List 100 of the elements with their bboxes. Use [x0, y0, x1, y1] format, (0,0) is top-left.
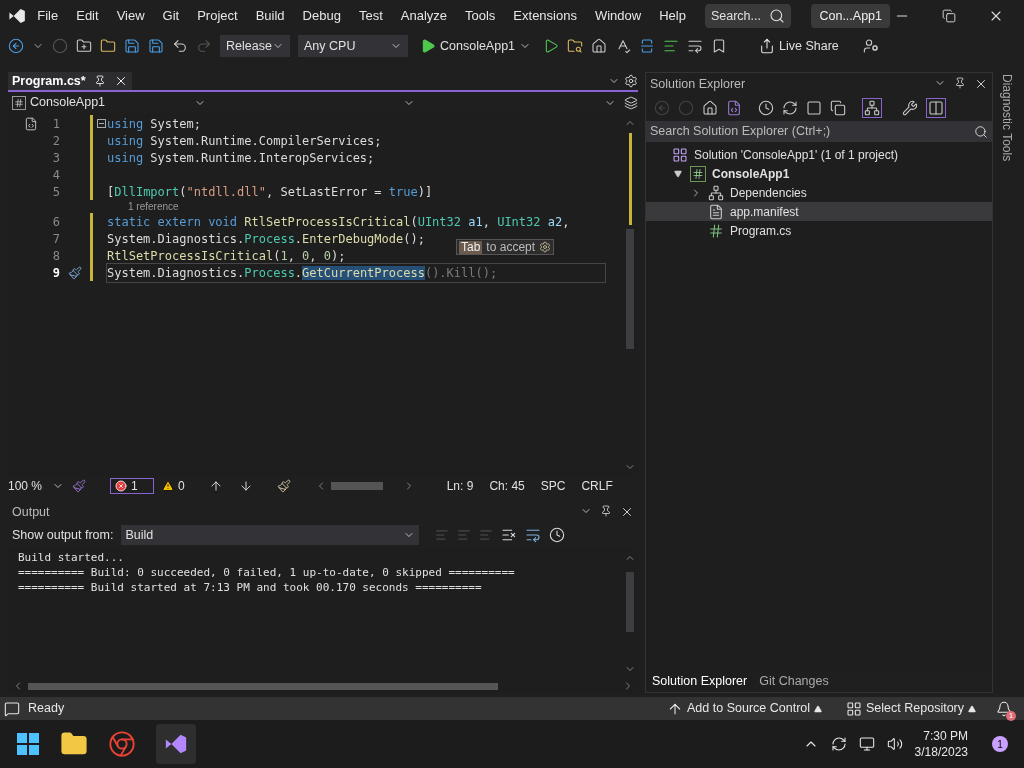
open-folder-icon[interactable] [100, 38, 116, 54]
menu-item[interactable]: Project [190, 6, 245, 26]
properties-icon[interactable] [902, 100, 918, 116]
save-icon[interactable] [124, 38, 140, 54]
feedback-icon[interactable] [862, 38, 879, 54]
save-all-icon[interactable] [148, 38, 164, 54]
network-icon[interactable] [858, 736, 875, 752]
notification-badge[interactable]: 1 [992, 736, 1008, 752]
start-button[interactable]: ConsoleApp1 [416, 35, 536, 57]
tree-item[interactable]: Dependencies [646, 183, 992, 202]
tree-item[interactable]: app.manifest [646, 202, 992, 221]
indent-icon[interactable] [663, 38, 680, 54]
tree-item[interactable]: Solution 'ConsoleApp1' (1 of 1 project) [646, 145, 992, 164]
add-to-source-control-button[interactable]: Add to Source Control [667, 699, 823, 718]
output-line: Build started... [18, 550, 125, 565]
settings-icon[interactable] [539, 241, 552, 253]
tree-item[interactable]: ConsoleApp1 [646, 164, 992, 183]
collapse-icon[interactable] [97, 119, 106, 128]
output-source-dropdown[interactable]: Build [121, 525, 420, 545]
back-icon[interactable] [8, 38, 24, 54]
previous-message-icon [457, 528, 472, 542]
sync-icon[interactable] [830, 736, 847, 752]
settings-icon[interactable] [624, 74, 638, 88]
output-line: ========== Build started at 7:13 PM and took 00.170 seconds ========== [18, 580, 483, 595]
code-line: System.Diagnostics.Process.EnterDebugMode(); [107, 230, 425, 248]
spacing-indicator[interactable]: SPC [540, 477, 566, 495]
volume-icon[interactable] [886, 736, 903, 752]
code-line: static extern void RtlSetProcessIsCritical(UInt32 a1, UInt32 a2, [107, 213, 570, 231]
menu-item[interactable]: Debug [295, 6, 348, 26]
menu-item[interactable]: File [30, 6, 66, 26]
preview-icon[interactable] [926, 98, 946, 118]
pin-icon[interactable] [93, 75, 106, 87]
menu-item[interactable]: Build [248, 6, 292, 26]
quick-action-icon[interactable] [68, 265, 82, 280]
restore-icon[interactable] [942, 9, 956, 23]
line-indicator[interactable]: Ln: 9 [446, 477, 474, 495]
sync-icon[interactable] [782, 100, 798, 116]
switch-views-icon[interactable] [726, 100, 742, 116]
browser-icon[interactable] [108, 730, 136, 758]
home-icon[interactable] [702, 100, 718, 116]
column-indicator[interactable]: Ch: 45 [489, 477, 525, 495]
side-tab[interactable]: Diagnostic Tools [998, 74, 1016, 693]
codelens-reference[interactable]: 1 reference [128, 200, 622, 213]
panel-tab[interactable]: Git Changes [753, 671, 835, 691]
undo-icon[interactable] [172, 38, 188, 54]
editor-tab[interactable]: Program.cs* [8, 72, 132, 90]
menu-item[interactable]: Edit [69, 6, 106, 26]
pending-changes-icon[interactable] [758, 100, 774, 116]
word-wrap-icon[interactable] [525, 527, 542, 543]
menu-item[interactable]: View [109, 6, 152, 26]
start-menu-icon[interactable] [16, 732, 40, 756]
show-all-files-icon[interactable] [830, 100, 846, 116]
menu-item[interactable]: Tools [458, 6, 503, 26]
collapse-all-icon[interactable] [806, 100, 822, 116]
clock-date[interactable]: 3/18/2023 [914, 744, 968, 760]
zoom-dropdown[interactable]: 100 % [8, 477, 64, 495]
configuration-dropdown[interactable]: Release [220, 35, 290, 57]
code-cleanup-icon[interactable] [276, 479, 291, 493]
split-editor-icon[interactable] [624, 95, 638, 110]
menu-item[interactable]: Analyze [393, 6, 454, 26]
live-share-button[interactable]: Live Share [759, 36, 839, 56]
spell-check-icon[interactable] [615, 38, 632, 54]
platform-dropdown[interactable]: Any CPU [298, 35, 408, 57]
close-icon[interactable] [974, 77, 988, 91]
new-project-icon[interactable] [76, 38, 92, 54]
project-dropdown[interactable]: ConsoleApp1 [8, 93, 210, 112]
menu-item[interactable]: Help [652, 6, 693, 26]
menu-item[interactable]: Test [351, 6, 390, 26]
split-icon[interactable] [639, 38, 656, 54]
code-line: using System; [107, 115, 201, 133]
warning-count[interactable]: 0 [162, 477, 185, 495]
visual-studio-taskbar-button[interactable] [156, 724, 196, 764]
search-field[interactable]: Search... [704, 4, 792, 28]
notifications-icon[interactable] [996, 700, 1012, 717]
scrollbar-thumb[interactable] [626, 229, 634, 349]
pin-icon[interactable] [600, 505, 612, 517]
menu-item[interactable]: Git [155, 6, 187, 26]
active-document-icon[interactable] [862, 98, 882, 118]
menu-item[interactable]: Extensions [506, 6, 584, 26]
search-field[interactable]: Search Solution Explorer (Ctrl+;) [646, 121, 992, 142]
close-icon[interactable] [620, 505, 634, 519]
line-ending-indicator[interactable]: CRLF [581, 477, 613, 495]
error-count[interactable]: 1 [110, 478, 154, 494]
start-without-debugging-icon[interactable] [543, 38, 560, 54]
field-label: Show output from: [12, 526, 114, 544]
expanded-arrow-icon[interactable] [674, 169, 682, 178]
pin-icon[interactable] [954, 77, 966, 89]
clock-time[interactable]: 7:30 PM [923, 728, 968, 744]
clear-all-icon[interactable] [501, 527, 518, 543]
outdent-icon[interactable] [687, 38, 704, 54]
line-number: 7 [51, 230, 60, 248]
project-icon [690, 165, 706, 182]
folder-search-icon[interactable] [567, 38, 584, 54]
tree-item[interactable]: Program.cs [646, 221, 992, 240]
select-repository-button[interactable]: Select Repository [846, 699, 976, 718]
menu-item[interactable]: Window [587, 6, 649, 26]
search-icon [769, 8, 786, 24]
home-icon[interactable] [591, 38, 608, 54]
clock-icon[interactable] [549, 527, 566, 543]
scrollbar-thumb[interactable] [626, 572, 634, 632]
